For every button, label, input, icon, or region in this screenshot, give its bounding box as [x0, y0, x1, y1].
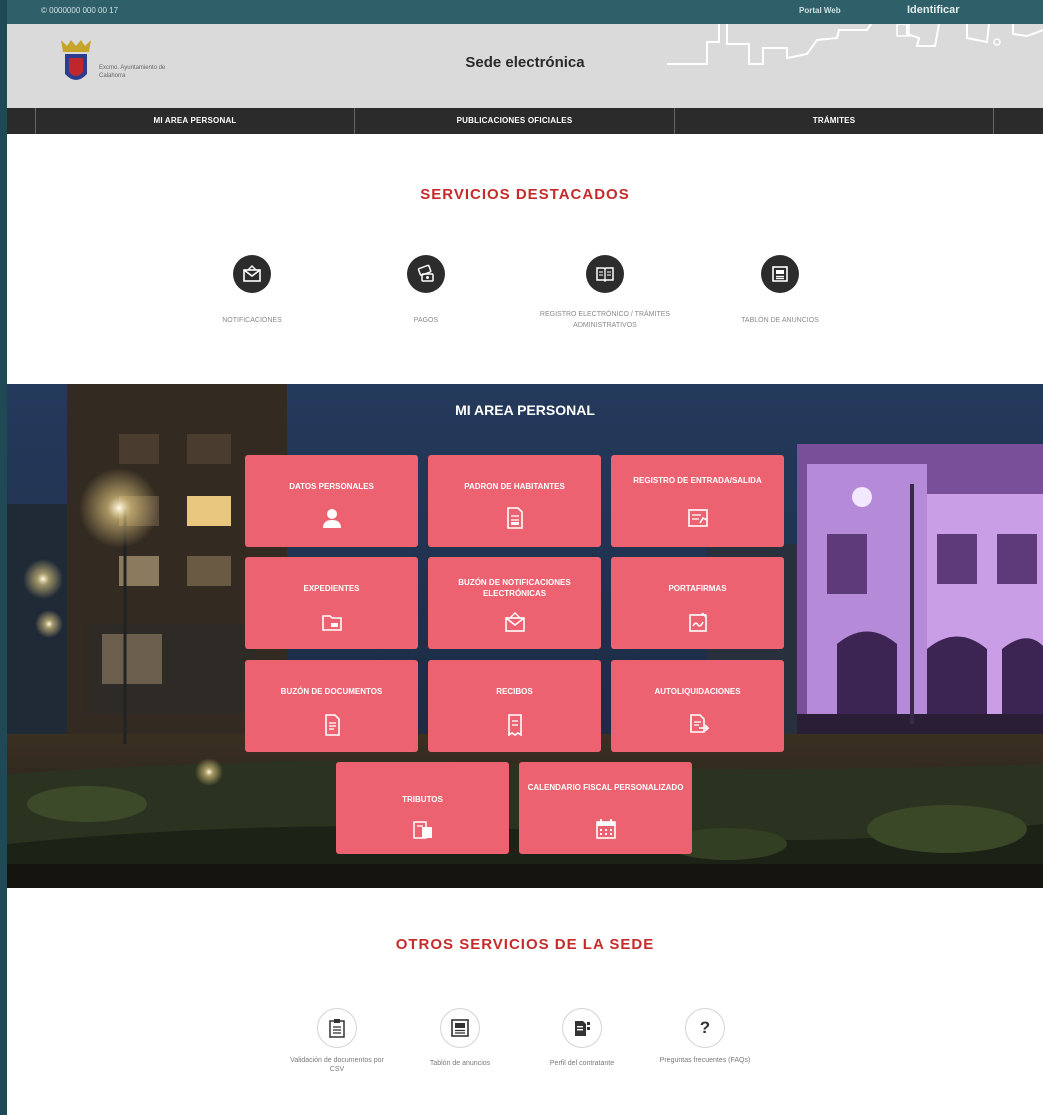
self-assessment-icon: [690, 714, 709, 733]
board-icon: [761, 255, 799, 293]
payment-icon: [407, 255, 445, 293]
featured-item-label: PAGOS: [413, 317, 439, 324]
register-icon: [688, 509, 708, 527]
folder-icon: [322, 615, 342, 631]
featured-item-tablon-anuncios[interactable]: TABLÓN DE ANUNCIOS: [705, 255, 855, 326]
tile-padron-habitantes[interactable]: PADRON DE HABITANTES: [428, 455, 601, 547]
page: © 0000000 000 00 17 Portal Web Identific…: [7, 0, 1043, 1115]
tile-label: PORTAFIRMAS: [668, 584, 727, 593]
featured-item-pagos[interactable]: PAGOS: [351, 255, 501, 326]
personal-area-section: MI AREA PERSONAL DATOS PERSONALES PADRON…: [7, 384, 1043, 888]
featured-item-notificaciones[interactable]: NOTIFICACIONES: [177, 255, 327, 326]
tile-autoliquidaciones[interactable]: AUTOLIQUIDACIONES: [611, 660, 784, 752]
portal-web-link[interactable]: Portal Web: [799, 6, 841, 15]
featured-item-label: NOTIFICACIONES: [222, 317, 282, 324]
other-item-label: Perfil del contratante: [549, 1060, 615, 1067]
mail-icon: [505, 612, 525, 632]
site-title: Sede electrónica: [465, 54, 585, 71]
nav-item-tramites[interactable]: TRÁMITES: [675, 108, 993, 134]
receipt-icon: [508, 714, 522, 736]
envelope-icon: [233, 255, 271, 293]
nav-item-publicaciones-oficiales[interactable]: PUBLICACIONES OFICIALES: [355, 108, 674, 134]
taxes-icon: [413, 821, 432, 839]
tile-registro-entrada-salida[interactable]: REGISTRO DE ENTRADA/SALIDA: [611, 455, 784, 547]
clipboard-icon: [317, 1008, 357, 1048]
tile-label: RECIBOS: [496, 687, 533, 696]
other-services-title: OTROS SERVICIOS DE LA SEDE: [395, 936, 655, 953]
tile-calendario-fiscal[interactable]: CALENDARIO FISCAL PERSONALIZADO: [519, 762, 692, 854]
signature-icon: [689, 612, 707, 632]
tile-label: REGISTRO DE ENTRADA/SALIDA: [633, 476, 762, 485]
question-icon: ?: [685, 1008, 725, 1048]
login-link[interactable]: Identificar: [907, 4, 960, 16]
book-icon: [586, 255, 624, 293]
other-item-label: Tablón de anuncios: [429, 1060, 491, 1067]
tile-label: CALENDARIO FISCAL PERSONALIZADO: [527, 783, 684, 792]
tile-recibos[interactable]: RECIBOS: [428, 660, 601, 752]
featured-item-label: REGISTRO ELECTRÓNICO / TRÁMITES ADMINIST…: [539, 311, 671, 329]
tile-datos-personales[interactable]: DATOS PERSONALES: [245, 455, 418, 547]
personal-area-title: MI AREA PERSONAL: [455, 402, 595, 418]
site-header: Excmo. Ayuntamiento de Calahorra Sede el…: [7, 24, 1043, 108]
board-icon: [440, 1008, 480, 1048]
featured-item-registro-electronico[interactable]: REGISTRO ELECTRÓNICO / TRÁMITES ADMINIST…: [525, 255, 685, 331]
profile-doc-icon: [562, 1008, 602, 1048]
tile-label: AUTOLIQUIDACIONES: [654, 687, 741, 696]
other-item-perfil-contratante[interactable]: Perfil del contratante: [532, 1008, 632, 1068]
featured-item-label: TABLÓN DE ANUNCIOS: [741, 317, 819, 324]
document-icon: [507, 507, 523, 529]
tile-label: BUZÓN DE DOCUMENTOS: [280, 687, 383, 696]
tile-buzon-notificaciones[interactable]: BUZÓN DE NOTIFICACIONES ELECTRÓNICAS: [428, 557, 601, 649]
tile-expedientes[interactable]: EXPEDIENTES: [245, 557, 418, 649]
other-item-tablon-anuncios[interactable]: Tablón de anuncios: [410, 1008, 510, 1068]
top-bar: © 0000000 000 00 17 Portal Web Identific…: [7, 0, 1043, 24]
other-item-label: Validación de documentos por CSV: [290, 1057, 384, 1073]
tile-tributos[interactable]: TRIBUTOS: [336, 762, 509, 854]
calendar-icon: [596, 819, 616, 839]
nav-item-mi-area-personal[interactable]: MI AREA PERSONAL: [36, 108, 354, 134]
tile-label: TRIBUTOS: [402, 795, 443, 804]
tile-label: EXPEDIENTES: [303, 584, 360, 593]
tile-label: PADRON DE HABITANTES: [464, 482, 565, 491]
tile-portafirmas[interactable]: PORTAFIRMAS: [611, 557, 784, 649]
tile-label: BUZÓN DE NOTIFICACIONES ELECTRÓNICAS: [458, 578, 571, 598]
other-item-label: Preguntas frecuentes (FAQs): [659, 1057, 751, 1064]
other-item-preguntas-frecuentes[interactable]: ? Preguntas frecuentes (FAQs): [655, 1008, 755, 1065]
tile-label: DATOS PERSONALES: [289, 482, 374, 491]
person-icon: [323, 509, 341, 528]
docs-icon: [325, 714, 340, 736]
phone-number: © 0000000 000 00 17: [41, 6, 119, 15]
main-nav: MI AREA PERSONAL PUBLICACIONES OFICIALES…: [7, 108, 1043, 134]
other-item-validacion-csv[interactable]: Validación de documentos por CSV: [287, 1008, 387, 1074]
featured-services-title: SERVICIOS DESTACADOS: [420, 186, 630, 203]
tile-buzon-documentos[interactable]: BUZÓN DE DOCUMENTOS: [245, 660, 418, 752]
